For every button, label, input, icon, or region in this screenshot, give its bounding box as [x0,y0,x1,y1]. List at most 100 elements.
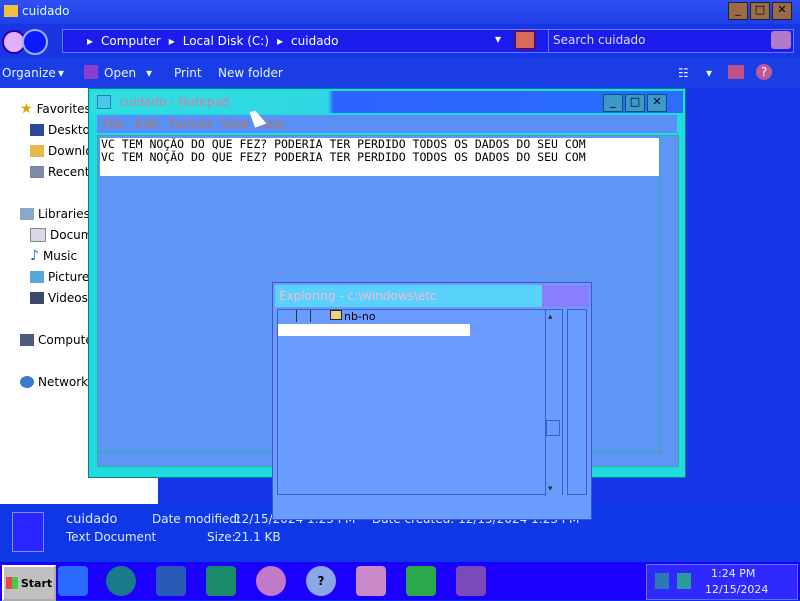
details-file-name: cuidado [66,512,118,527]
back-forward-buttons[interactable] [2,28,56,55]
clock-date[interactable]: 12/15/2024 [705,583,768,596]
menu-view[interactable]: View [221,117,249,131]
tree-item[interactable]: nb-no [278,310,548,323]
breadcrumb-local-disk[interactable]: Local Disk (C:) [183,34,269,48]
nav-computer[interactable]: Compute [20,331,93,349]
vertical-scrollbar[interactable] [659,136,676,452]
folder-icon [330,310,342,320]
help-icon[interactable]: ? [756,64,772,80]
chevron-down-icon: ▾ [146,66,153,80]
open-button[interactable]: Open [104,66,136,80]
nav-pictures-label: Picture [48,270,90,284]
volume-icon[interactable] [677,573,691,589]
notepad-close-button[interactable]: ✕ [647,94,667,112]
clock-time[interactable]: 1:24 PM [711,567,755,580]
notepad-maximize-button[interactable]: □ [625,94,645,112]
text-line: VC TEM NOÇÃO DO QUE FEZ? PODERIA TER PER… [101,150,586,164]
scroll-down-icon[interactable]: ▾ [548,484,553,494]
game-icon[interactable] [406,566,436,596]
new-folder-button[interactable]: New folder [218,66,283,80]
explorer-title-bar[interactable]: cuidado _ □ ✕ [0,0,800,24]
menu-edit[interactable]: Edit [135,117,158,131]
computer-icon [20,334,34,346]
details-date-modified-label: Date modified: [152,512,242,526]
preview-pane-icon[interactable] [728,65,744,79]
chevron-right-icon: ▸ [168,34,175,48]
forward-button[interactable] [22,29,48,55]
address-bar[interactable]: ▸ Computer ▸ Local Disk (C:) ▸ cuidado ▾ [62,29,566,53]
nav-favorites[interactable]: ★ Favorites [20,100,91,118]
scroll-thumb[interactable] [546,420,560,436]
desktop-icon [30,124,44,136]
paint-icon[interactable] [356,566,386,596]
browser-icon[interactable] [256,566,286,596]
nav-documents[interactable]: Docum [30,226,92,244]
app-icon[interactable] [206,566,236,596]
breadcrumb-computer[interactable]: Computer [101,34,161,48]
nav-downloads-label: Downlo [48,144,93,158]
exploring-title: Exploring - c:\windows\etc [279,289,437,303]
exploring-right-pane [567,309,587,495]
tree-line [296,310,297,322]
nav-favorites-label: Favorites [36,102,91,116]
breadcrumb-cuidado[interactable]: cuidado [291,34,338,48]
notepad-icon [97,95,111,109]
nav-pictures[interactable]: Picture [30,268,89,286]
folder-tree[interactable]: nb-no ▴ ▾ [277,309,563,496]
chevron-down-icon[interactable]: ▾ [495,32,501,46]
nav-recent-label: Recent [48,165,90,179]
window-app-icon[interactable] [156,566,186,596]
nav-videos[interactable]: Videos [30,289,88,307]
exploring-title-bar[interactable]: Exploring - c:\windows\etc [275,285,589,307]
tree-line [310,310,311,322]
help-icon[interactable]: ? [306,566,336,596]
nav-downloads[interactable]: Downlo [30,142,93,160]
network-status-icon[interactable] [655,573,669,589]
details-size-label: Size: [207,530,236,544]
nav-recent[interactable]: Recent [30,163,89,181]
start-button[interactable]: Start [2,565,56,601]
chevron-right-icon: ▸ [87,34,94,48]
search-icon[interactable] [771,31,791,49]
explorer-title: cuidado [22,4,70,18]
notepad-minimize-button[interactable]: _ [603,94,623,112]
vertical-scrollbar[interactable]: ▴ ▾ [545,310,562,496]
nav-libraries-label: Libraries [38,207,90,221]
notepad-title: cuidado - Notepad [119,95,230,109]
nav-music-label: Music [42,249,78,263]
nav-network-label: Network [38,375,89,389]
recent-places-icon [30,166,44,178]
notepad-taskbar-icon[interactable] [456,566,486,596]
print-button[interactable]: Print [174,66,202,80]
chevron-down-icon[interactable]: ▾ [706,66,712,80]
libraries-icon [20,208,34,220]
star-icon: ★ [20,101,33,117]
nav-libraries[interactable]: Libraries [20,205,90,223]
nav-documents-label: Docum [50,228,93,242]
folder-icon [4,5,18,17]
menu-format[interactable]: Format [169,117,211,131]
scroll-up-icon[interactable]: ▴ [548,312,553,322]
menu-file[interactable]: File [103,117,123,131]
view-options-icon[interactable]: ☷ [678,66,689,80]
maximize-button[interactable]: □ [750,2,770,20]
minimize-button[interactable]: _ [728,2,748,20]
chevron-down-icon: ▾ [58,66,65,80]
search-input[interactable]: Search cuidado [548,29,794,53]
notepad-content[interactable]: VC TEM NOÇÃO DO QUE FEZ? PODERIA TER PER… [100,138,662,176]
address-row: ▸ Computer ▸ Local Disk (C:) ▸ cuidado ▾… [0,26,800,55]
organize-button[interactable]: Organize [2,66,56,80]
notepad-title-bar[interactable]: cuidado - Notepad _ □ ✕ [91,91,683,113]
internet-explorer-icon[interactable] [58,566,88,596]
downloads-icon [30,145,44,157]
close-button[interactable]: ✕ [772,2,792,20]
nav-network[interactable]: Network [20,373,88,391]
refresh-icon[interactable] [515,31,535,49]
chevron-right-icon: ▸ [277,34,284,48]
media-player-icon[interactable] [106,566,136,596]
tree-item-label: nb-no [344,310,376,323]
taskbar: Start ? 1:24 PM 12/15/2024 [0,562,800,601]
nav-desktop[interactable]: Deskto [30,121,90,139]
documents-icon [30,228,46,242]
nav-music[interactable]: ♪ Music [30,247,77,265]
